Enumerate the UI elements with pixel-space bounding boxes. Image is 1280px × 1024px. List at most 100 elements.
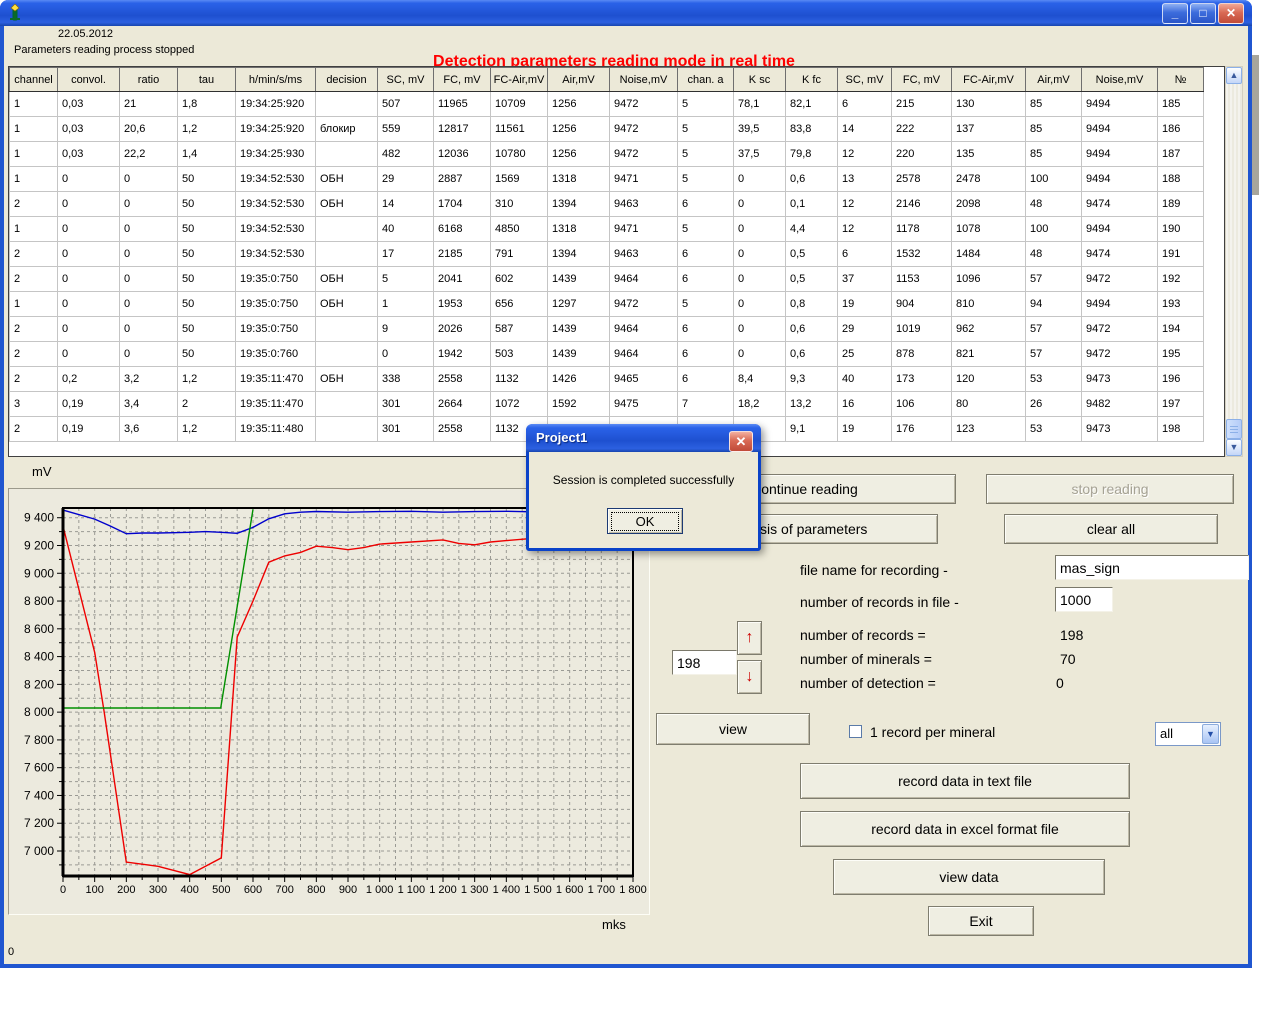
table-cell: 2 — [10, 342, 58, 367]
table-header: channelconvol.ratiotauh/min/s/msdecision… — [10, 68, 1204, 92]
bottom-status: 0 — [8, 946, 14, 958]
titlebar[interactable]: _ □ ✕ — [0, 0, 1252, 26]
table-cell: 2 — [178, 392, 236, 417]
spin-down-button[interactable]: ↓ — [737, 660, 762, 694]
table-cell: 1019 — [892, 317, 952, 342]
table-cell: 0 — [120, 192, 178, 217]
table-cell: 1484 — [952, 242, 1026, 267]
record-index-input[interactable] — [672, 650, 737, 675]
records-in-file-input[interactable] — [1055, 587, 1113, 612]
view-data-button[interactable]: view data — [833, 859, 1105, 895]
record-excel-file-button[interactable]: record data in excel format file — [800, 811, 1130, 847]
maximize-button[interactable]: □ — [1190, 3, 1216, 24]
table-cell: ОБН — [316, 292, 378, 317]
scrollbar-up-button[interactable]: ▲ — [1226, 67, 1242, 84]
svg-text:500: 500 — [212, 884, 230, 896]
data-grid[interactable]: channelconvol.ratiotauh/min/s/msdecision… — [8, 66, 1225, 457]
dialog-ok-button[interactable]: OK — [607, 508, 683, 534]
table-cell: 19 — [838, 292, 892, 317]
svg-text:1 000: 1 000 — [366, 884, 394, 896]
table-cell: 6 — [678, 192, 734, 217]
clear-all-button[interactable]: clear all — [1004, 514, 1218, 544]
table-cell — [316, 142, 378, 167]
column-header: channel — [10, 68, 58, 92]
table-cell: 1132 — [491, 367, 548, 392]
table-cell: 8,4 — [734, 367, 786, 392]
table-cell: 878 — [892, 342, 952, 367]
table-row: 1005019:34:52:530406168485013189471504,4… — [10, 217, 1204, 242]
table-cell: 1 — [10, 117, 58, 142]
svg-text:8 400: 8 400 — [24, 650, 54, 664]
table-cell — [316, 217, 378, 242]
table-cell: 198 — [1158, 417, 1204, 442]
svg-text:800: 800 — [307, 884, 325, 896]
table-cell: 5 — [678, 117, 734, 142]
table-cell: 6 — [678, 242, 734, 267]
dialog-titlebar[interactable]: Project1 — [526, 424, 761, 452]
column-header: h/min/s/ms — [236, 68, 316, 92]
spin-up-icon: ↑ — [746, 629, 754, 646]
table-cell: 559 — [378, 117, 434, 142]
svg-text:700: 700 — [275, 884, 293, 896]
table-cell: 3 — [10, 392, 58, 417]
table-cell: 0 — [734, 242, 786, 267]
table-cell: 1394 — [548, 192, 610, 217]
table-cell: 85 — [1026, 92, 1082, 117]
minimize-button[interactable]: _ — [1162, 3, 1188, 24]
table-cell: 19:35:0:750 — [236, 267, 316, 292]
table-cell: 11965 — [434, 92, 491, 117]
svg-text:1 600: 1 600 — [556, 884, 584, 896]
table-row: 10,03211,819:34:25:920507119651070912569… — [10, 92, 1204, 117]
table-cell: 1,8 — [178, 92, 236, 117]
table-cell: 3,2 — [120, 367, 178, 392]
close-button[interactable]: ✕ — [1218, 3, 1244, 24]
one-record-checkbox[interactable] — [849, 725, 862, 738]
stop-reading-button[interactable]: stop reading — [986, 474, 1234, 504]
column-header: FC, mV — [892, 68, 952, 92]
table-cell: 2 — [10, 267, 58, 292]
table-cell: 21 — [120, 92, 178, 117]
table-cell: 6 — [678, 267, 734, 292]
table-cell: 57 — [1026, 317, 1082, 342]
table-scrollbar[interactable]: ▲ ▼ — [1225, 66, 1243, 457]
scrollbar-down-button[interactable]: ▼ — [1226, 439, 1242, 456]
table-cell: 5 — [378, 267, 434, 292]
filter-dropdown[interactable]: all ▼ — [1155, 722, 1221, 746]
table-row: 2005019:35:0:7509202658714399464600,6291… — [10, 317, 1204, 342]
table-cell: 9494 — [1082, 217, 1158, 242]
table-cell: 37 — [838, 267, 892, 292]
spin-up-button[interactable]: ↑ — [737, 621, 762, 655]
table-cell: 1439 — [548, 267, 610, 292]
background-window-fragment — [1252, 55, 1259, 195]
svg-text:7 000: 7 000 — [24, 844, 54, 858]
table-cell: 0 — [58, 292, 120, 317]
table-cell: 0 — [58, 267, 120, 292]
table-cell: 0 — [58, 217, 120, 242]
table-cell: 2041 — [434, 267, 491, 292]
table-cell: 507 — [378, 92, 434, 117]
svg-text:8 200: 8 200 — [24, 677, 54, 691]
table-cell: 188 — [1158, 167, 1204, 192]
svg-text:8 600: 8 600 — [24, 622, 54, 636]
table-cell: 0 — [120, 292, 178, 317]
column-header: tau — [178, 68, 236, 92]
column-header: Noise,mV — [610, 68, 678, 92]
table-cell: 19:35:0:750 — [236, 292, 316, 317]
table-cell: 0,19 — [58, 392, 120, 417]
table-cell: 85 — [1026, 117, 1082, 142]
table-cell: 220 — [892, 142, 952, 167]
table-cell: 1153 — [892, 267, 952, 292]
file-name-input[interactable] — [1055, 555, 1249, 580]
table-cell: 1394 — [548, 242, 610, 267]
table-cell: 1072 — [491, 392, 548, 417]
scrollbar-thumb[interactable] — [1226, 419, 1242, 439]
app-icon — [6, 4, 24, 22]
table-cell: 82,1 — [786, 92, 838, 117]
dialog-close-button[interactable]: ✕ — [729, 431, 753, 452]
table-cell: 80 — [952, 392, 1026, 417]
record-text-file-button[interactable]: record data in text file — [800, 763, 1130, 799]
table-cell: 5 — [678, 217, 734, 242]
close-icon: ✕ — [1226, 6, 1236, 20]
view-button[interactable]: view — [656, 713, 810, 745]
exit-button[interactable]: Exit — [928, 906, 1034, 936]
